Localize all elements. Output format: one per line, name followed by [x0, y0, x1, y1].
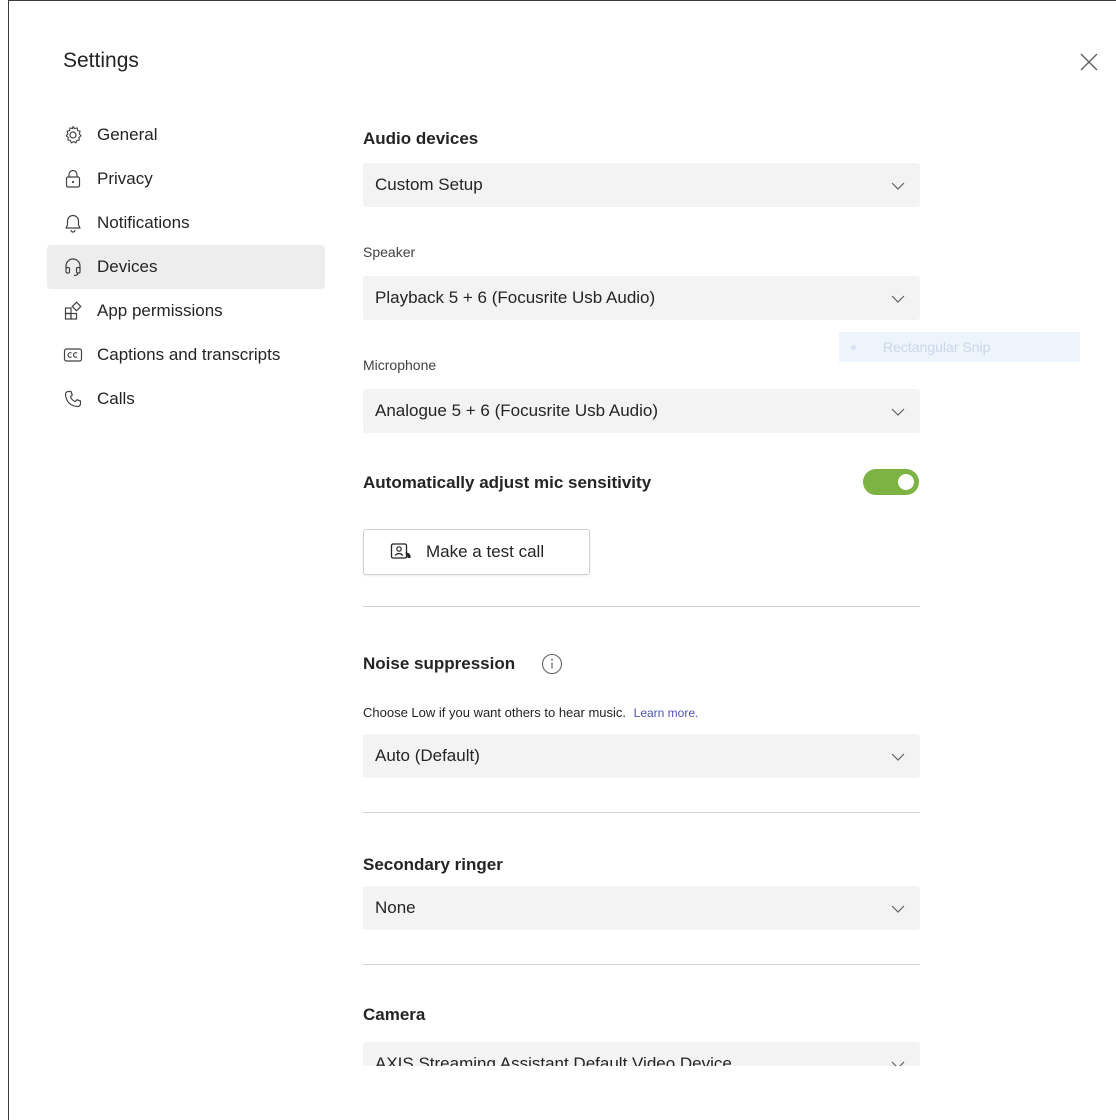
noise-description: Choose Low if you want others to hear mu…	[363, 705, 698, 720]
chevron-down-icon	[891, 408, 905, 416]
nav-item-label: Privacy	[97, 169, 153, 188]
nav-item-label: Captions and transcripts	[97, 345, 281, 364]
info-icon[interactable]	[541, 653, 563, 675]
test-call-icon	[390, 543, 411, 559]
bell-icon	[65, 214, 81, 233]
learn-more-link[interactable]: Learn more.	[634, 706, 699, 720]
chevron-down-icon	[891, 295, 905, 303]
secondary-ringer-heading: Secondary ringer	[363, 855, 503, 874]
chevron-down-icon	[891, 753, 905, 761]
closed-captions-icon	[63, 348, 83, 362]
nav-item-devices[interactable]: Devices	[47, 245, 325, 289]
nav-item-captions[interactable]: Captions and transcripts	[47, 333, 325, 377]
nav-item-general[interactable]: General	[47, 113, 325, 157]
nav-item-label: Notifications	[97, 213, 190, 232]
headset-icon	[65, 258, 81, 277]
nav-item-label: General	[97, 125, 158, 144]
nav-item-notifications[interactable]: Notifications	[47, 201, 325, 245]
microphone-label: Microphone	[363, 357, 437, 373]
nav-item-privacy[interactable]: Privacy	[47, 157, 325, 201]
chevron-down-icon	[891, 182, 905, 190]
noise-suppression-dropdown[interactable]: Auto (Default)	[363, 734, 920, 778]
dropdown-value: Custom Setup	[375, 175, 483, 194]
audio-device-dropdown[interactable]: Custom Setup	[363, 163, 920, 207]
dropdown-value: Analogue 5 + 6 (Focusrite Usb Audio)	[375, 401, 659, 420]
dropdown-value: Auto (Default)	[375, 746, 480, 765]
section-divider	[363, 964, 920, 965]
dropdown-value: None	[375, 898, 416, 917]
nav-item-label: Devices	[97, 257, 158, 276]
secondary-ringer-dropdown[interactable]: None	[363, 886, 920, 930]
chevron-down-icon	[891, 905, 905, 913]
auto-adjust-toggle[interactable]	[863, 469, 919, 495]
dialog-title: Settings	[63, 49, 139, 72]
speaker-label: Speaker	[363, 244, 416, 260]
auto-adjust-label: Automatically adjust mic sensitivity	[363, 473, 652, 492]
test-call-label: Make a test call	[426, 542, 545, 561]
noise-suppression-heading: Noise suppression	[363, 654, 516, 673]
microphone-dropdown[interactable]: Analogue 5 + 6 (Focusrite Usb Audio)	[363, 389, 920, 433]
section-divider	[363, 812, 920, 813]
nav-item-label: Calls	[97, 389, 135, 408]
snip-dot-icon	[851, 345, 856, 350]
nav-item-label: App permissions	[97, 301, 223, 320]
close-icon	[1080, 53, 1098, 71]
dropdown-value: AXIS Streaming Assistant Default Video D…	[375, 1054, 732, 1066]
camera-dropdown[interactable]: AXIS Streaming Assistant Default Video D…	[363, 1042, 920, 1066]
lock-icon	[65, 169, 81, 188]
speaker-dropdown[interactable]: Playback 5 + 6 (Focusrite Usb Audio)	[363, 276, 920, 320]
make-test-call-button[interactable]: Make a test call	[363, 529, 590, 575]
camera-heading: Camera	[363, 1005, 426, 1024]
settings-nav: General Privacy Notifications Devices Ap…	[47, 113, 325, 421]
camera-dropdown-clip: AXIS Streaming Assistant Default Video D…	[363, 1042, 920, 1066]
toggle-knob	[898, 474, 914, 490]
rectangular-snip-overlay: Rectangular Snip	[839, 332, 1080, 362]
section-divider	[363, 606, 920, 607]
phone-icon	[64, 390, 82, 408]
snip-label: Rectangular Snip	[883, 339, 991, 355]
nav-item-calls[interactable]: Calls	[47, 377, 325, 421]
app-grid-icon	[64, 301, 82, 320]
chevron-down-icon	[891, 1061, 905, 1066]
dropdown-value: Playback 5 + 6 (Focusrite Usb Audio)	[375, 288, 656, 307]
close-button[interactable]	[1076, 49, 1102, 75]
gear-icon	[65, 125, 82, 144]
nav-item-app-permissions[interactable]: App permissions	[47, 289, 325, 333]
noise-description-text: Choose Low if you want others to hear mu…	[363, 705, 627, 720]
audio-devices-heading: Audio devices	[363, 129, 479, 148]
